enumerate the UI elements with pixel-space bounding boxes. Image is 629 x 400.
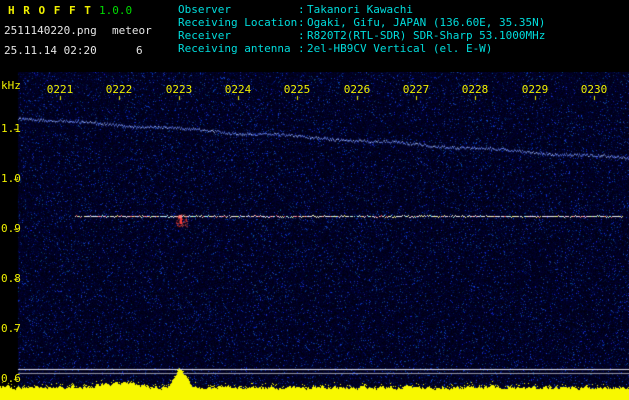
time-label: 0223 xyxy=(165,83,193,96)
echo-count: 6 xyxy=(136,44,143,57)
freq-label: 0.9 xyxy=(1,222,21,235)
observation-datetime: 25.11.14 02:20 xyxy=(4,44,97,57)
station-info: Observer : Takanori Kawachi Receiving Lo… xyxy=(178,3,545,55)
spectrogram-canvas xyxy=(0,72,629,400)
info-row-receiver: Receiver : R820T2(RTL-SDR) SDR-Sharp 53.… xyxy=(178,29,545,42)
freq-label: 0.8 xyxy=(1,272,21,285)
info-value: Takanori Kawachi xyxy=(307,3,413,16)
info-label: Receiving antenna xyxy=(178,42,291,55)
time-label: 0222 xyxy=(105,83,133,96)
freq-axis-unit: kHz xyxy=(1,79,21,92)
info-label: Observer xyxy=(178,3,231,16)
info-value: 2el-HB9CV Vertical (el. E-W) xyxy=(307,42,493,55)
info-colon: : xyxy=(298,16,305,29)
info-value: Ogaki, Gifu, JAPAN (136.60E, 35.35N) xyxy=(307,16,546,29)
observation-mode: meteor xyxy=(112,24,152,37)
freq-label: 0.6 xyxy=(1,372,21,385)
info-row-antenna: Receiving antenna : 2el-HB9CV Vertical (… xyxy=(178,42,545,55)
app-version: 1.0.0 xyxy=(99,4,133,17)
time-label: 0226 xyxy=(343,83,371,96)
freq-label: 1.1 xyxy=(1,122,21,135)
time-label: 0227 xyxy=(402,83,430,96)
time-label: 0229 xyxy=(521,83,549,96)
info-label: Receiving Location xyxy=(178,16,298,29)
info-label: Receiver xyxy=(178,29,231,42)
info-row-observer: Observer : Takanori Kawachi xyxy=(178,3,545,16)
info-colon: : xyxy=(298,3,305,16)
output-filename: 2511140220.png xyxy=(4,24,97,37)
hrofft-output-window: H R O F F T 1.0.0 2511140220.png meteor … xyxy=(0,0,629,400)
time-label: 0225 xyxy=(283,83,311,96)
time-label: 0224 xyxy=(224,83,252,96)
time-label: 0230 xyxy=(580,83,608,96)
info-row-location: Receiving Location : Ogaki, Gifu, JAPAN … xyxy=(178,16,545,29)
app-title: H R O F F T xyxy=(8,4,92,17)
info-colon: : xyxy=(298,42,305,55)
freq-label: 0.7 xyxy=(1,322,21,335)
time-label: 0221 xyxy=(46,83,74,96)
info-colon: : xyxy=(298,29,305,42)
time-label: 0228 xyxy=(461,83,489,96)
info-value: R820T2(RTL-SDR) SDR-Sharp 53.1000MHz xyxy=(307,29,546,42)
freq-label: 1.0 xyxy=(1,172,21,185)
